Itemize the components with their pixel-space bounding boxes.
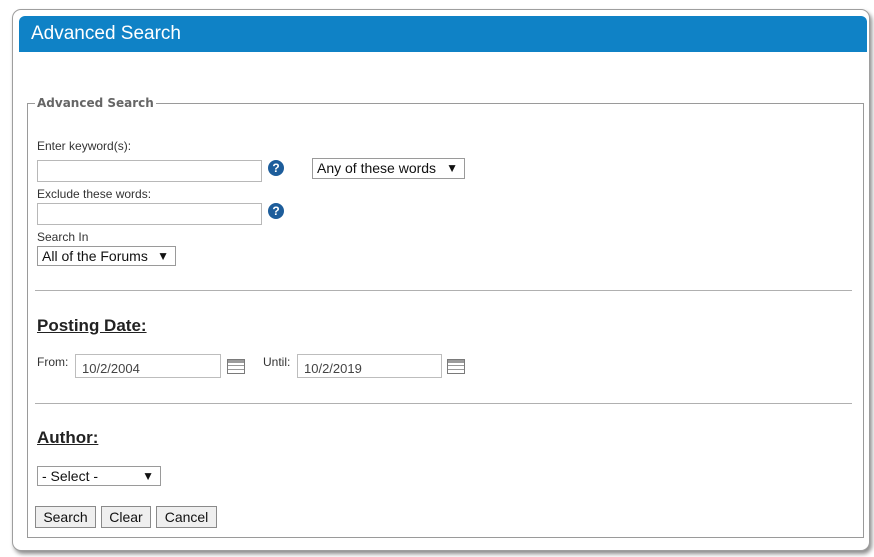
cancel-button[interactable]: Cancel — [156, 506, 217, 528]
keywords-label: Enter keyword(s): — [37, 139, 132, 153]
divider — [35, 403, 852, 404]
question-circle-icon[interactable]: ? — [268, 160, 284, 176]
question-circle-icon[interactable]: ? — [268, 203, 284, 219]
until-date-value: 10/2/2019 — [304, 361, 362, 376]
keywords-input[interactable] — [37, 160, 262, 182]
title-bar: Advanced Search — [19, 16, 867, 52]
exclude-label: Exclude these words: — [37, 187, 152, 201]
chevron-down-icon: ▼ — [446, 161, 458, 175]
author-heading: Author: — [37, 428, 99, 447]
exclude-input[interactable] — [37, 203, 262, 225]
keyword-match-value: Any of these words — [317, 160, 437, 176]
chevron-down-icon: ▼ — [142, 469, 154, 483]
chevron-down-icon: ▼ — [157, 249, 169, 263]
from-label: From: — [37, 355, 69, 369]
search-in-value: All of the Forums — [42, 248, 148, 264]
author-select-value: - Select - — [42, 468, 99, 484]
search-button[interactable]: Search — [35, 506, 96, 528]
until-date-input[interactable]: 10/2/2019 — [297, 354, 442, 378]
divider — [35, 290, 852, 291]
search-in-label: Search In — [37, 230, 89, 244]
dialog-title: Advanced Search — [31, 23, 181, 44]
clear-button[interactable]: Clear — [101, 506, 151, 528]
keyword-match-select[interactable]: Any of these words ▼ — [312, 158, 465, 179]
fieldset-legend: Advanced Search — [35, 96, 156, 110]
from-date-value: 10/2/2004 — [82, 361, 140, 376]
until-label: Until: — [263, 355, 291, 369]
author-select[interactable]: - Select - ▼ — [37, 466, 161, 486]
calendar-icon[interactable] — [447, 359, 465, 374]
calendar-icon[interactable] — [227, 359, 245, 374]
posting-date-heading: Posting Date: — [37, 316, 147, 335]
from-date-input[interactable]: 10/2/2004 — [75, 354, 221, 378]
search-in-select[interactable]: All of the Forums ▼ — [37, 246, 176, 266]
